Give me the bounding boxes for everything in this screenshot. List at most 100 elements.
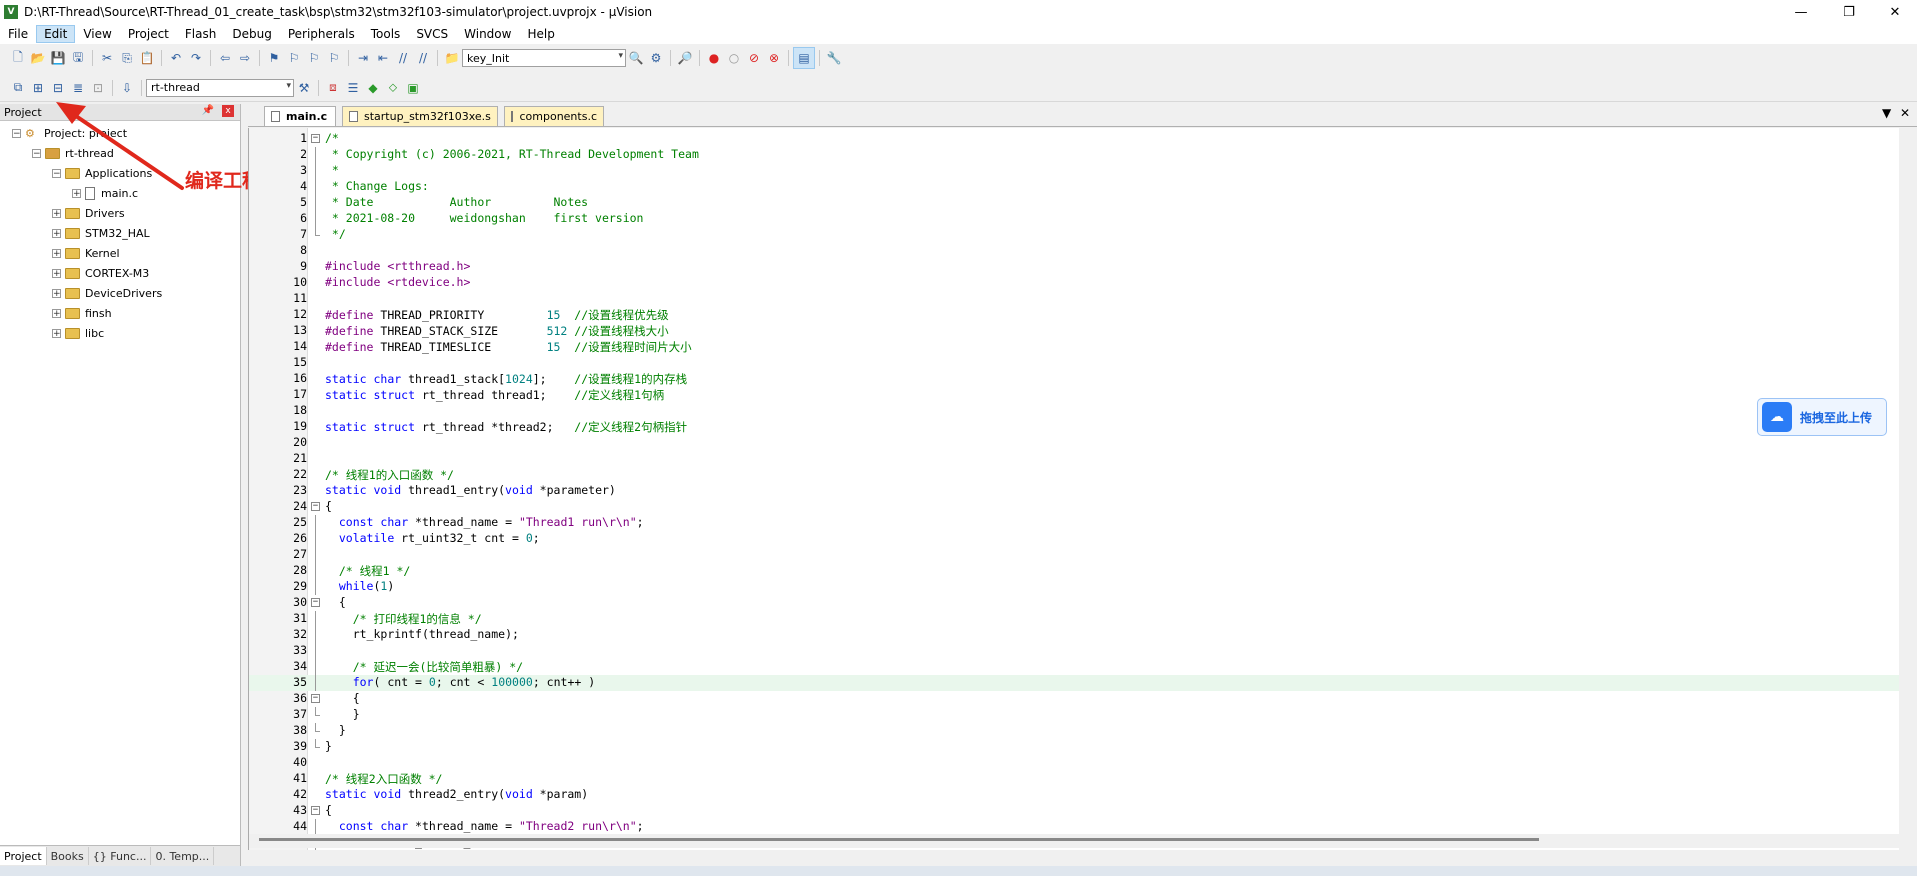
bookmark-toggle-icon[interactable]: ⚑: [264, 48, 284, 68]
expand-icon[interactable]: +: [52, 268, 61, 278]
tab-components-c[interactable]: components.c: [504, 106, 604, 126]
code-line[interactable]: 6 * 2021-08-20 weidongshan first version: [249, 211, 1899, 227]
close-panel-icon[interactable]: x: [222, 105, 234, 117]
collapse-icon[interactable]: −: [52, 168, 61, 178]
code-line[interactable]: 23 static void thread1_entry(void *parame…: [249, 483, 1899, 499]
menu-view[interactable]: View: [75, 25, 119, 43]
code-line[interactable]: 7 */: [249, 227, 1899, 243]
code-line[interactable]: 40: [249, 755, 1899, 771]
rebuild-icon[interactable]: ⊟: [48, 78, 68, 98]
code-line[interactable]: 9 #include <rtthread.h>: [249, 259, 1899, 275]
code-line[interactable]: 8: [249, 243, 1899, 259]
code-line[interactable]: 37 }: [249, 707, 1899, 723]
nav-back-icon[interactable]: ⇦: [215, 48, 235, 68]
build-icon[interactable]: ⊞: [28, 78, 48, 98]
code-editor[interactable]: 1−/* 2 * Copyright (c) 2006-2021, RT-Thre…: [248, 128, 1899, 850]
nav-forward-icon[interactable]: ⇨: [235, 48, 255, 68]
code-line[interactable]: 14 #define THREAD_TIMESLICE 15 //设置线程时间片大…: [249, 339, 1899, 355]
minimize-button[interactable]: —: [1779, 0, 1823, 24]
fold-marker[interactable]: −: [307, 691, 323, 707]
expand-icon[interactable]: +: [52, 308, 61, 318]
code-line[interactable]: 34 /* 延迟一会(比较简单粗暴) */: [249, 659, 1899, 675]
code-line[interactable]: 15: [249, 355, 1899, 371]
code-line[interactable]: 32 rt_kprintf(thread_name);: [249, 627, 1899, 643]
code-line[interactable]: 26 volatile rt_uint32_t cnt = 0;: [249, 531, 1899, 547]
tree-item[interactable]: + DeviceDrivers: [0, 283, 240, 303]
redo-icon[interactable]: ↷: [186, 48, 206, 68]
tab-books[interactable]: Books: [47, 847, 89, 865]
tree-item[interactable]: − ⚙ Project: project: [0, 123, 240, 143]
vertical-scrollbar[interactable]: [1899, 128, 1917, 850]
code-line[interactable]: 33: [249, 643, 1899, 659]
close-window-button[interactable]: ✕: [1873, 0, 1917, 24]
save-icon[interactable]: 💾: [48, 48, 68, 68]
fold-marker[interactable]: −: [307, 803, 323, 819]
code-line[interactable]: 35 for( cnt = 0; cnt < 100000; cnt++ ): [249, 675, 1899, 691]
indent-icon[interactable]: ⇥: [353, 48, 373, 68]
expand-icon[interactable]: +: [52, 328, 61, 338]
code-line[interactable]: 27: [249, 547, 1899, 563]
save-all-icon[interactable]: 🖫: [68, 48, 88, 68]
code-line[interactable]: 12 #define THREAD_PRIORITY 15 //设置线程优先级: [249, 307, 1899, 323]
tree-item[interactable]: + Drivers: [0, 203, 240, 223]
bookmark-prev-icon[interactable]: ⚐: [284, 48, 304, 68]
code-line[interactable]: 21: [249, 451, 1899, 467]
code-line[interactable]: 30− {: [249, 595, 1899, 611]
manage-multi-project-icon[interactable]: ☰: [343, 78, 363, 98]
menu-svcs[interactable]: SVCS: [408, 25, 456, 43]
expand-icon[interactable]: +: [52, 228, 61, 238]
download-icon[interactable]: ⇩: [117, 78, 137, 98]
tab-main-c[interactable]: main.c: [264, 106, 336, 126]
chevron-down-icon[interactable]: ▾: [286, 81, 291, 91]
code-line[interactable]: 36− {: [249, 691, 1899, 707]
code-line[interactable]: 10 #include <rtdevice.h>: [249, 275, 1899, 291]
code-line[interactable]: 39}: [249, 739, 1899, 755]
code-line[interactable]: 18: [249, 403, 1899, 419]
configure-icon[interactable]: ⚙: [646, 48, 666, 68]
code-line[interactable]: 29 while(1): [249, 579, 1899, 595]
pack-installer-icon[interactable]: ⬦: [383, 78, 403, 98]
window-layout-icon[interactable]: ▤: [793, 47, 815, 69]
menu-peripherals[interactable]: Peripherals: [280, 25, 363, 43]
uncomment-icon[interactable]: //: [413, 48, 433, 68]
tree-item[interactable]: + STM32_HAL: [0, 223, 240, 243]
code-line[interactable]: 22 /* 线程1的入口函数 */: [249, 467, 1899, 483]
expand-icon[interactable]: +: [52, 208, 61, 218]
expand-icon[interactable]: +: [52, 288, 61, 298]
wrench-icon[interactable]: 🔧: [824, 48, 844, 68]
tree-item[interactable]: + libc: [0, 323, 240, 343]
tab-templates[interactable]: 0. Temp...: [151, 847, 215, 865]
find-in-files-icon[interactable]: 📁: [442, 48, 462, 68]
breakpoint-kill-all-icon[interactable]: ⊗: [764, 48, 784, 68]
pin-icon[interactable]: 📌: [202, 105, 214, 116]
code-line[interactable]: 20: [249, 435, 1899, 451]
tree-item[interactable]: + Kernel: [0, 243, 240, 263]
maximize-button[interactable]: ❐: [1827, 0, 1871, 24]
menu-file[interactable]: File: [0, 25, 36, 43]
tab-startup-s[interactable]: startup_stm32f103xe.s: [342, 106, 498, 126]
batch-build-icon[interactable]: ≣: [68, 78, 88, 98]
bookmark-next-icon[interactable]: ⚐: [304, 48, 324, 68]
open-file-icon[interactable]: 📂: [28, 48, 48, 68]
breakpoint-disable-all-icon[interactable]: ⊘: [744, 48, 764, 68]
code-line[interactable]: 19 static struct rt_thread *thread2; //定义…: [249, 419, 1899, 435]
target-options-icon[interactable]: ⚒: [294, 78, 314, 98]
unindent-icon[interactable]: ⇤: [373, 48, 393, 68]
menu-flash[interactable]: Flash: [177, 25, 224, 43]
scroll-thumb[interactable]: [259, 838, 1539, 841]
select-software-packs-icon[interactable]: ◆: [363, 78, 383, 98]
collapse-icon[interactable]: −: [12, 128, 21, 138]
code-line[interactable]: 28 /* 线程1 */: [249, 563, 1899, 579]
code-line[interactable]: 5 * Date Author Notes: [249, 195, 1899, 211]
menu-project[interactable]: Project: [120, 25, 177, 43]
code-line[interactable]: 2 * Copyright (c) 2006-2021, RT-Thread D…: [249, 147, 1899, 163]
code-line[interactable]: 4 * Change Logs:: [249, 179, 1899, 195]
cloud-upload-button[interactable]: ☁ 拖拽至此上传: [1757, 398, 1887, 436]
chevron-down-icon[interactable]: ▾: [618, 51, 623, 61]
menu-edit[interactable]: Edit: [36, 25, 76, 43]
tab-list-icon[interactable]: ▼: [1882, 106, 1891, 120]
target-combo[interactable]: rt-thread ▾: [146, 78, 294, 97]
bookmark-clear-icon[interactable]: ⚐: [324, 48, 344, 68]
code-line[interactable]: 11: [249, 291, 1899, 307]
code-line[interactable]: 13 #define THREAD_STACK_SIZE 512 //设置线程栈大…: [249, 323, 1899, 339]
